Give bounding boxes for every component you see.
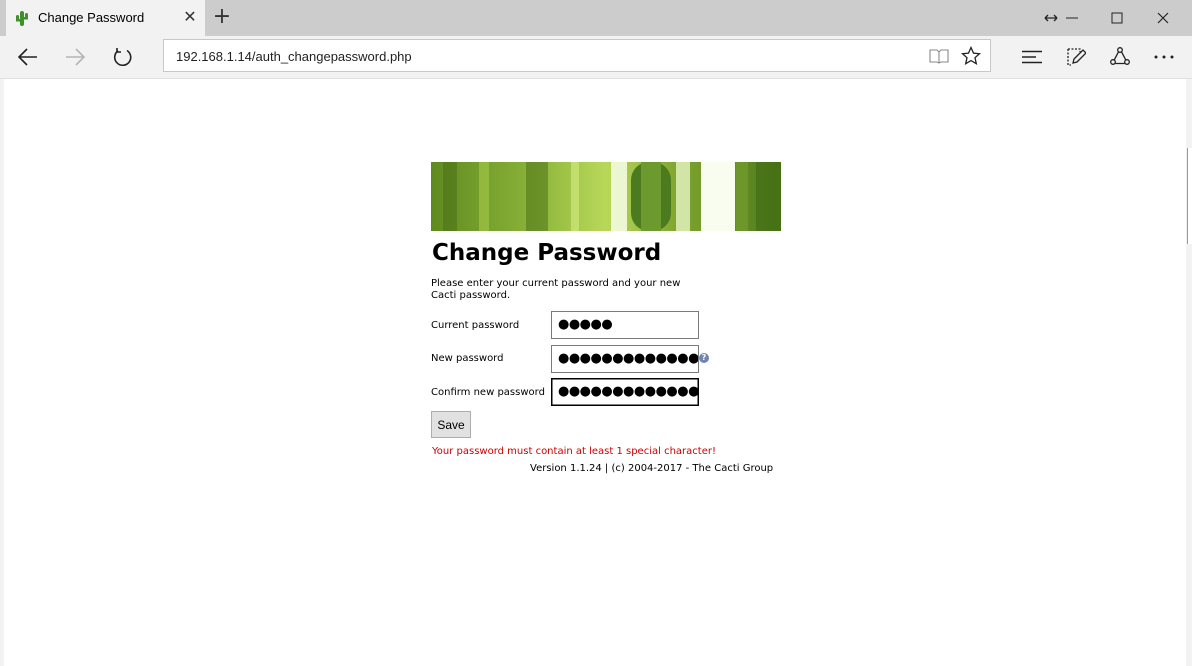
window-frame-left [0, 79, 4, 666]
url-text: 192.168.1.14/auth_changepassword.php [176, 49, 412, 64]
new-password-field[interactable]: ●●●●●●●●●●●●●● [551, 345, 699, 373]
star-icon[interactable] [960, 45, 982, 67]
save-button[interactable]: Save [431, 411, 471, 438]
page-title: Change Password [432, 240, 662, 266]
hub-icon[interactable] [1016, 41, 1048, 73]
background-window-edge [1187, 148, 1192, 244]
cacti-banner-image [431, 162, 781, 231]
current-password-field[interactable]: ●●●●● [551, 311, 699, 339]
back-arrow-icon[interactable] [12, 41, 44, 73]
maximize-icon[interactable] [1094, 0, 1140, 36]
forward-arrow-icon[interactable] [59, 41, 91, 73]
version-footer: Version 1.1.24 | (c) 2004-2017 - The Cac… [530, 463, 774, 474]
confirm-password-label: Confirm new password [431, 387, 545, 398]
minimize-icon[interactable] [1049, 0, 1095, 36]
refresh-icon[interactable] [107, 41, 139, 73]
share-icon[interactable] [1104, 41, 1136, 73]
close-tab-icon[interactable]: ✕ [182, 9, 198, 25]
browser-tab[interactable]: Change Password ✕ [6, 0, 205, 36]
tab-title: Change Password [38, 10, 145, 25]
confirm-password-field[interactable]: ●●●●●●●●●●●●●● [551, 378, 699, 406]
new-password-label: New password [431, 353, 504, 364]
more-dots-icon[interactable] [1148, 41, 1180, 73]
cactus-icon [15, 10, 29, 26]
address-bar[interactable]: 192.168.1.14/auth_changepassword.php [163, 39, 991, 72]
pen-note-icon[interactable] [1060, 41, 1092, 73]
current-password-label: Current password [431, 320, 520, 331]
tab-strip: Change Password ✕ + [0, 0, 1192, 36]
book-icon[interactable] [928, 45, 950, 67]
navigation-bar: 192.168.1.14/auth_changepassword.php [0, 36, 1192, 79]
intro-text: Please enter your current password and y… [431, 278, 681, 301]
error-message: Your password must contain at least 1 sp… [432, 446, 716, 457]
help-icon[interactable]: ? [699, 353, 709, 363]
close-window-icon[interactable] [1140, 0, 1186, 36]
confirm-password-value: ●●●●●●●●●●●●●● [558, 384, 699, 399]
new-tab-icon[interactable]: + [211, 6, 233, 28]
